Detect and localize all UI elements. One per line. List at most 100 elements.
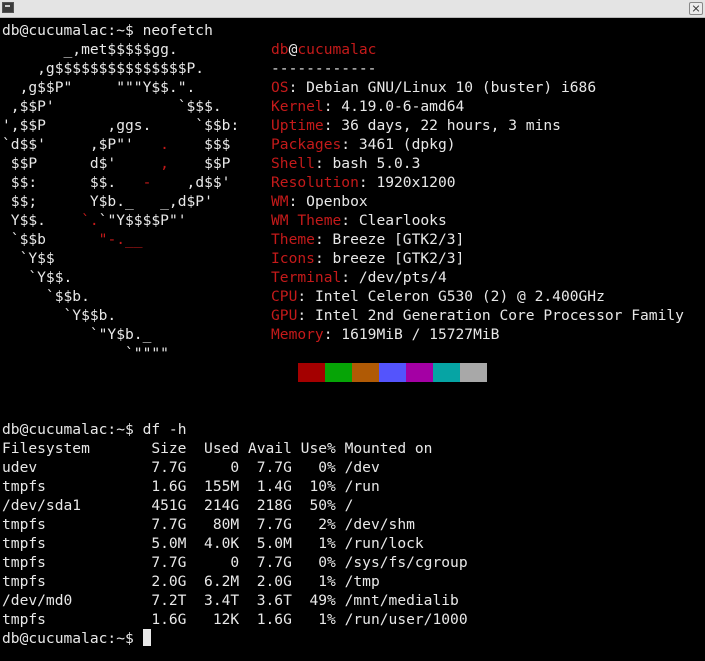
info-label: Icons xyxy=(271,250,315,267)
df-cell: /dev/shm xyxy=(344,516,415,533)
df-header-row: Filesystem Size Used Avail Use% Mounted on xyxy=(2,439,432,458)
logo-segment: `Y$$. xyxy=(2,269,73,286)
table-row: tmpfs 1.6G 155M 1.4G 10% /run xyxy=(2,477,380,496)
info-colon: : xyxy=(358,174,377,191)
logo-line: ,g$$P" """Y$$.". xyxy=(2,78,196,97)
logo-segment: , xyxy=(160,155,169,172)
info-field-kernel: Kernel: 4.19.0-6-amd64 xyxy=(271,97,464,116)
logo-line: $$: $$. - ,d$$' xyxy=(2,173,231,192)
df-cell: 218G xyxy=(256,497,292,514)
info-label: CPU xyxy=(271,288,298,305)
df-cell: 0 xyxy=(230,554,240,571)
logo-line: `"""" xyxy=(2,344,169,363)
df-cell: 1.4G xyxy=(256,478,292,495)
df-cell: 5.0M xyxy=(151,535,187,552)
df-cell: 0% xyxy=(318,459,336,476)
logo-segment: ',$$P ,ggs. `$$b: xyxy=(2,117,240,134)
logo-segment: `. xyxy=(81,212,99,229)
info-value: Intel Celeron G530 (2) @ 2.400GHz xyxy=(314,288,605,305)
info-colon: : xyxy=(323,326,342,343)
df-gap xyxy=(336,534,345,553)
info-host: cucumalac xyxy=(297,41,377,58)
df-cell: 6.2M xyxy=(204,573,240,590)
logo-segment: "-.__ xyxy=(98,231,143,248)
df-cell: 2.0G xyxy=(256,573,292,590)
df-cell: 3.4T xyxy=(204,592,240,609)
info-field-os: OS: Debian GNU/Linux 10 (buster) i686 xyxy=(271,78,596,97)
prompt-text: db@cucumalac:~$ xyxy=(2,630,143,647)
logo-segment: $$; Y$b._ _,d$P' xyxy=(2,193,213,210)
df-cell: 80M xyxy=(212,516,240,533)
df-cell: 155M xyxy=(204,478,240,495)
df-cell: 1% xyxy=(318,535,336,552)
info-label: Resolution xyxy=(271,174,359,191)
df-cell: 214G xyxy=(204,497,240,514)
palette-swatch xyxy=(352,363,379,382)
title-bar xyxy=(0,0,705,18)
df-gap xyxy=(336,591,345,610)
info-label: Theme xyxy=(271,231,315,248)
df-cell: 451G xyxy=(151,497,187,514)
table-row: /dev/md0 7.2T 3.4T 3.6T 49% /mnt/medialib xyxy=(2,591,459,610)
logo-segment: _,met$$$$$gg. xyxy=(2,41,178,58)
df-cell: tmpfs xyxy=(2,611,46,628)
palette-swatch xyxy=(406,363,433,382)
info-colon: : xyxy=(288,79,307,96)
df-cell: 1% xyxy=(318,573,336,590)
logo-segment: `"""" xyxy=(2,345,169,362)
close-icon[interactable] xyxy=(689,2,703,15)
df-cell: 1.6G xyxy=(151,478,187,495)
logo-segment: $$: $$. xyxy=(2,174,143,191)
info-separator: ------------ xyxy=(271,60,377,77)
df-cell: 7.2T xyxy=(151,592,187,609)
info-value: 36 days, 22 hours, 3 mins xyxy=(341,117,561,134)
df-gap xyxy=(336,496,345,515)
info-field-gpu: GPU: Intel 2nd Generation Core Processor… xyxy=(271,306,684,325)
palette-swatch xyxy=(379,363,406,382)
df-cell: Filesystem xyxy=(2,440,90,457)
logo-segment: ,$$P' `$$$. xyxy=(2,98,222,115)
df-cell: 1.6G xyxy=(256,611,292,628)
user-host-line: db@cucumalac xyxy=(271,40,376,59)
df-cell: /dev/sda1 xyxy=(2,497,82,514)
info-label: Terminal xyxy=(271,269,342,286)
df-gap xyxy=(336,477,345,496)
df-cell: Use% xyxy=(300,440,336,457)
df-cell: 2% xyxy=(318,516,336,533)
info-label: Shell xyxy=(271,155,315,172)
df-cell: 50% xyxy=(309,497,336,514)
table-row: udev 7.7G 0 7.7G 0% /dev xyxy=(2,458,380,477)
df-cell: 49% xyxy=(309,592,336,609)
palette-swatch xyxy=(298,363,325,382)
logo-segment: `"Y$$$$P"' xyxy=(98,212,187,229)
shell-prompt: db@cucumalac:~$ xyxy=(2,629,151,648)
df-cell: Size xyxy=(151,440,187,457)
color-palette xyxy=(298,363,487,382)
info-colon: : xyxy=(323,117,342,134)
info-colon: : xyxy=(314,155,333,172)
table-row: tmpfs 7.7G 80M 7.7G 2% /dev/shm xyxy=(2,515,415,534)
info-field-terminal: Terminal: /dev/pts/4 xyxy=(271,268,447,287)
logo-line: ',$$P ,ggs. `$$b: xyxy=(2,116,239,135)
df-cell: 10% xyxy=(309,478,336,495)
info-field-wm-theme: WM Theme: Clearlooks xyxy=(271,211,447,230)
terminal-icon[interactable] xyxy=(2,2,14,13)
info-label: WM xyxy=(271,193,289,210)
logo-line: `$$b. xyxy=(2,287,90,306)
df-cell: 1% xyxy=(318,611,336,628)
info-value: breeze [GTK2/3] xyxy=(332,250,465,267)
df-cell: / xyxy=(344,497,354,514)
df-cell: Mounted on xyxy=(344,440,433,457)
info-colon: : xyxy=(288,193,307,210)
df-cell: 7.7G xyxy=(256,516,292,533)
df-cell: 4.0K xyxy=(204,535,240,552)
logo-segment: ,g$$$$$$$$$$$$$$$P. xyxy=(2,60,205,77)
terminal-output[interactable]: db@cucumalac:~$ neofetch _,met$$$$$gg. ,… xyxy=(0,18,705,661)
df-cell: 7.7G xyxy=(256,459,292,476)
info-colon: : xyxy=(341,136,359,153)
df-cell: 0 xyxy=(230,459,240,476)
df-cell: 7.7G xyxy=(151,554,187,571)
df-cell: tmpfs xyxy=(2,535,46,552)
info-colon: : xyxy=(314,231,333,248)
logo-segment: . xyxy=(160,136,169,153)
